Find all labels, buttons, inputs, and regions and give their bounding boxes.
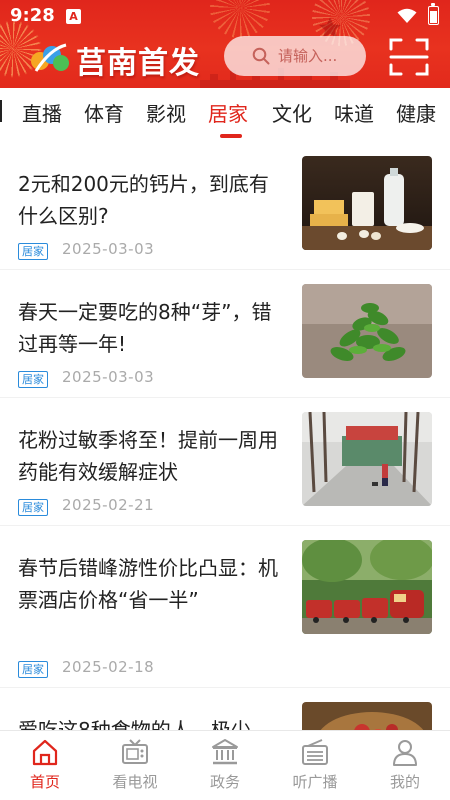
nav-government[interactable]: 政务 xyxy=(180,731,270,800)
article-date: 2025-03-03 xyxy=(62,368,155,386)
nav-label: 政务 xyxy=(209,773,240,791)
nav-label: 首页 xyxy=(29,773,60,791)
bottom-navigation: 首页 看电视 政务 听广播 我的 xyxy=(0,730,450,800)
category-tag: 居家 xyxy=(18,499,48,516)
list-item[interactable]: 春节后错峰游性价比凸显：机票酒店价格“省一半” 居家 2025-02-18 xyxy=(0,526,450,688)
user-icon xyxy=(393,740,417,766)
search-icon xyxy=(252,47,270,65)
category-tag: 居家 xyxy=(18,371,48,388)
scan-button[interactable] xyxy=(388,37,430,77)
app-header: 9:28 A 莒南首发 xyxy=(0,0,450,88)
nav-label: 看电视 xyxy=(112,773,158,791)
sightseeing-train-photo xyxy=(302,540,432,634)
list-item[interactable]: 花粉过敏季将至！提前一周用药能有效缓解症状 居家 2025-02-21 xyxy=(0,398,450,526)
tab-flavor[interactable]: 味道 xyxy=(334,98,374,127)
tree-lined-path-photo xyxy=(302,412,432,506)
status-time: 9:28 xyxy=(10,5,55,26)
category-tabs: 直播 体育 影视 居家 文化 味道 健康 xyxy=(0,88,450,144)
search-input[interactable] xyxy=(278,46,362,66)
tab-home-living[interactable]: 居家 xyxy=(208,98,248,127)
article-title: 2元和200元的钙片，到底有什么区别? xyxy=(18,172,269,228)
app-title: 莒南首发 xyxy=(76,46,200,81)
tv-icon xyxy=(122,739,148,764)
search-box[interactable] xyxy=(224,36,366,76)
category-tag: 居家 xyxy=(18,661,48,678)
nav-profile[interactable]: 我的 xyxy=(360,731,450,800)
article-date: 2025-02-18 xyxy=(62,658,155,676)
article-title: 花粉过敏季将至！提前一周用药能有效缓解症状 xyxy=(18,428,278,484)
green-sprouts-photo xyxy=(302,284,432,378)
tab-health[interactable]: 健康 xyxy=(396,98,436,127)
tab-movies[interactable]: 影视 xyxy=(146,98,186,127)
ju-nan-logo-icon xyxy=(31,43,69,72)
tab-live[interactable]: 直播 xyxy=(22,98,62,127)
battery-icon xyxy=(428,3,439,25)
tab-sports[interactable]: 体育 xyxy=(84,98,124,127)
nav-home[interactable]: 首页 xyxy=(0,731,90,800)
milk-and-cheese-photo xyxy=(302,156,432,250)
tab-scroll-edge xyxy=(0,100,2,122)
article-date: 2025-03-03 xyxy=(62,240,155,258)
nav-radio[interactable]: 听广播 xyxy=(270,731,360,800)
active-tab-indicator xyxy=(220,134,242,138)
article-title: 春天一定要吃的8种“芽”，错过再等一年! xyxy=(18,300,272,356)
radio-icon xyxy=(302,739,328,765)
nav-label: 我的 xyxy=(389,773,420,791)
article-date: 2025-02-21 xyxy=(62,496,155,514)
nav-tv[interactable]: 看电视 xyxy=(90,731,180,800)
wifi-icon xyxy=(397,8,417,23)
tab-culture[interactable]: 文化 xyxy=(272,98,312,127)
list-item[interactable]: 春天一定要吃的8种“芽”，错过再等一年! 居家 2025-03-03 xyxy=(0,270,450,398)
government-building-icon xyxy=(212,739,238,765)
article-title: 春节后错峰游性价比凸显：机票酒店价格“省一半” xyxy=(18,556,278,612)
category-tag: 居家 xyxy=(18,243,48,260)
status-bar: 9:28 A xyxy=(0,0,450,32)
a-notification-icon: A xyxy=(66,9,81,24)
list-item[interactable]: 2元和200元的钙片，到底有什么区别? 居家 2025-03-03 xyxy=(0,142,450,270)
home-icon xyxy=(32,739,58,766)
nav-label: 听广播 xyxy=(292,773,338,791)
